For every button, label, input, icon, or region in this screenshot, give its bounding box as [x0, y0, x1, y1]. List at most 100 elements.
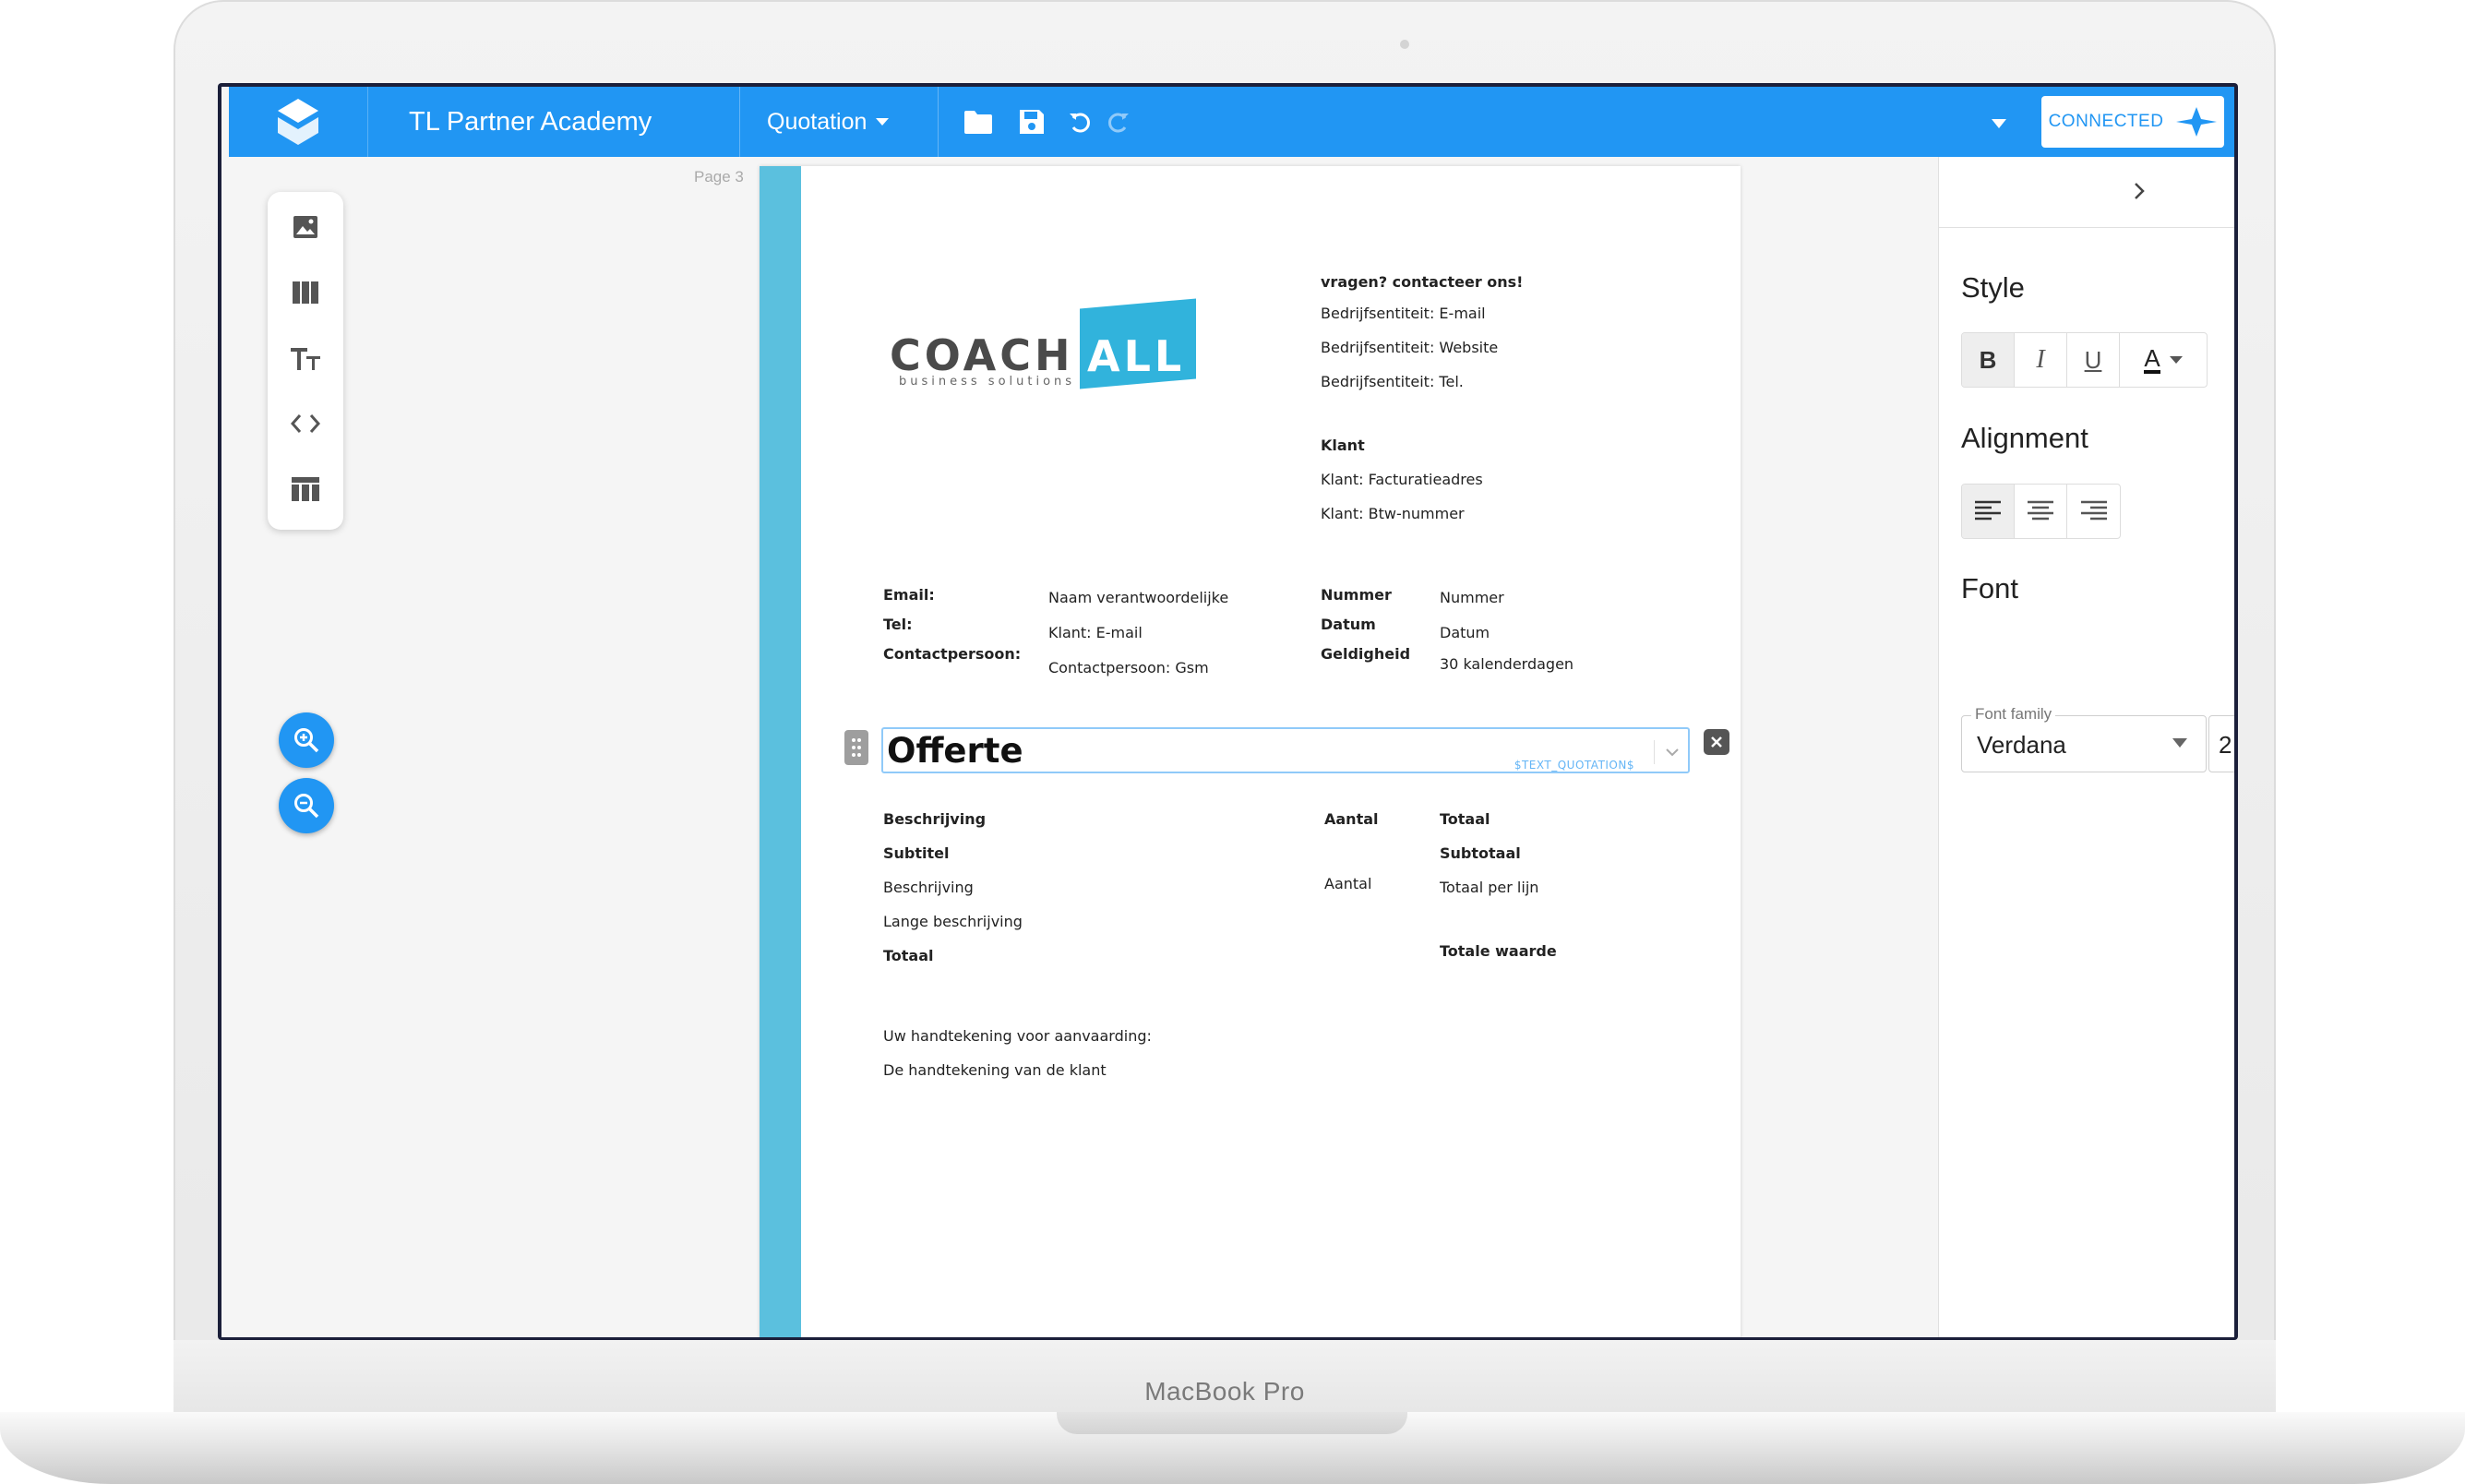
klant-address: Klant: Facturatieadres	[1321, 471, 1483, 488]
menu-dropdown-caret[interactable]	[1992, 116, 2006, 133]
font-family-select[interactable]: Font family Verdana	[1961, 705, 2207, 772]
connected-label: CONNECTED	[2048, 112, 2164, 131]
table-header-total: Totaal	[1440, 810, 1490, 828]
align-left-icon[interactable]	[1962, 485, 2015, 538]
chevron-down-icon	[2172, 738, 2187, 748]
info-label-email: Email:	[883, 586, 935, 604]
alignment-button-group	[1961, 484, 2121, 539]
left-pane	[221, 157, 757, 1337]
table-header-quantity: Aantal	[1324, 810, 1379, 828]
info-value-number: Nummer	[1440, 589, 1504, 606]
text-color-button[interactable]: A	[2120, 333, 2207, 387]
info-label-validity: Geldigheid	[1321, 645, 1411, 663]
drag-handle[interactable]	[844, 730, 868, 765]
camera-dot	[1400, 40, 1409, 49]
columns-icon[interactable]	[287, 274, 324, 311]
table-row-line-total: Totaal per lijn	[1440, 879, 1539, 896]
folder-icon[interactable]	[963, 107, 993, 137]
signature-prompt: Uw handtekening voor aanvaarding:	[883, 1027, 1152, 1045]
info-value-date: Datum	[1440, 624, 1490, 641]
font-size-field[interactable]: 2	[2208, 715, 2234, 772]
block-options-dropdown[interactable]	[1654, 740, 1681, 764]
offerte-title: Offerte	[887, 731, 1023, 771]
contact-tel: Bedrijfsentiteit: Tel.	[1321, 373, 1464, 390]
offerte-title-block[interactable]: Offerte $TEXT_QUOTATION$	[881, 727, 1690, 773]
doc-type-select[interactable]: Quotation	[767, 87, 890, 157]
remove-block-button[interactable]	[1704, 729, 1729, 755]
image-icon[interactable]	[287, 209, 324, 245]
info-label-tel: Tel:	[883, 616, 913, 633]
contact-email: Bedrijfsentiteit: E-mail	[1321, 305, 1486, 322]
app-title: TL Partner Academy	[409, 107, 652, 137]
save-icon[interactable]	[1017, 107, 1047, 137]
text-icon[interactable]	[287, 340, 324, 377]
divider	[938, 87, 939, 157]
connected-status-button[interactable]: CONNECTED	[2041, 96, 2224, 148]
font-section-title: Font	[1961, 572, 2019, 604]
zoom-out-icon	[294, 794, 319, 819]
italic-label: I	[2036, 345, 2045, 374]
drag-dots-icon	[852, 738, 861, 757]
style-section-title: Style	[1961, 271, 2025, 304]
table-icon[interactable]	[287, 471, 324, 508]
laptop-chin: MacBook Pro	[174, 1340, 2276, 1417]
app-window: TL Partner Academy Quotation CONNECTED P…	[221, 87, 2234, 1337]
app-logo-icon	[278, 99, 318, 145]
text-color-label: A	[2144, 344, 2160, 374]
info-label-contact: Contactpersoon:	[883, 645, 1022, 663]
panel-collapse-row	[1939, 157, 2234, 228]
offerte-variable-tag: $TEXT_QUOTATION$	[1514, 759, 1634, 772]
redo-icon[interactable]	[1104, 107, 1133, 137]
contact-website: Bedrijfsentiteit: Website	[1321, 339, 1499, 356]
chevron-right-icon	[2135, 183, 2145, 199]
page-color-band	[760, 166, 801, 1337]
table-total-label: Totaal	[883, 947, 934, 964]
table-long-description: Lange beschrijving	[883, 913, 1023, 930]
device-brand-label: MacBook Pro	[1144, 1377, 1305, 1406]
undo-icon[interactable]	[1065, 107, 1095, 137]
align-right-icon[interactable]	[2067, 485, 2120, 538]
contact-heading: vragen? contacteer ons!	[1321, 273, 1524, 291]
properties-panel: Style B I U A Alignment Font Font family…	[1938, 157, 2234, 1337]
table-row-quantity: Aantal	[1324, 875, 1372, 892]
collapse-panel-button[interactable]	[2133, 181, 2146, 206]
underline-label: U	[2084, 345, 2102, 374]
info-label-date: Datum	[1321, 616, 1376, 633]
zoom-in-button[interactable]	[279, 712, 334, 768]
chevron-down-icon	[1666, 748, 1679, 757]
table-header-description: Beschrijving	[883, 810, 987, 828]
table-subtotal: Subtotaal	[1440, 844, 1521, 862]
align-center-icon[interactable]	[2015, 485, 2067, 538]
laptop-notch	[1057, 1412, 1407, 1434]
alignment-section-title: Alignment	[1961, 422, 2088, 454]
italic-button[interactable]: I	[2015, 333, 2067, 387]
code-icon[interactable]	[287, 405, 324, 442]
info-value-email: Naam verantwoordelijke	[1048, 589, 1229, 606]
signature-line: De handtekening van de klant	[883, 1061, 1107, 1079]
bold-button[interactable]: B	[1962, 333, 2015, 387]
style-button-group: B I U A	[1961, 332, 2208, 388]
logo-main-text: COACH	[890, 330, 1074, 380]
bold-label: B	[1979, 345, 1997, 374]
document-page[interactable]: ALL COACH business solutions vragen? con…	[760, 166, 1741, 1337]
info-value-tel: Klant: E-mail	[1048, 624, 1143, 641]
logo-highlight-text: ALL	[1087, 331, 1186, 382]
close-icon	[1711, 736, 1722, 748]
connection-icon	[2176, 107, 2218, 137]
doc-type-label: Quotation	[767, 109, 868, 135]
chevron-down-icon	[2169, 356, 2183, 364]
underline-button[interactable]: U	[2067, 333, 2120, 387]
element-toolbar	[268, 192, 343, 530]
zoom-out-button[interactable]	[279, 778, 334, 833]
klant-vat: Klant: Btw-nummer	[1321, 505, 1465, 522]
font-family-label: Font family	[1971, 705, 2056, 724]
app-logo[interactable]	[229, 87, 368, 157]
top-bar: TL Partner Academy Quotation CONNECTED	[229, 87, 2234, 157]
info-value-validity: 30 kalenderdagen	[1440, 655, 1574, 673]
company-logo-box: ALL	[1080, 298, 1196, 389]
page-label: Page 3	[694, 168, 744, 186]
info-label-number: Nummer	[1321, 586, 1392, 604]
info-value-contact: Contactpersoon: Gsm	[1048, 659, 1209, 676]
chevron-down-icon	[876, 118, 890, 126]
klant-heading: Klant	[1321, 437, 1365, 454]
